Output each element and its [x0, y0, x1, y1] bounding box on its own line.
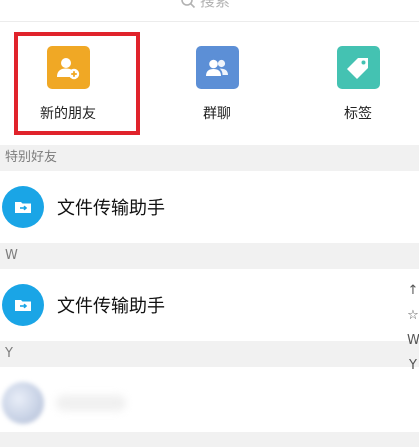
search-bar[interactable]: 搜索 [0, 0, 419, 22]
search-icon [181, 0, 196, 8]
new-friends-shortcut[interactable]: 新的朋友 [8, 23, 128, 143]
file-transfer-avatar [2, 186, 44, 228]
add-friend-icon [57, 57, 80, 79]
contact-row-blurred[interactable] [0, 367, 419, 439]
group-chat-label: 群聊 [203, 106, 231, 122]
file-transfer-avatar [2, 284, 44, 326]
group-chat-shortcut[interactable]: 群聊 [157, 23, 277, 143]
group-chat-tile [195, 46, 239, 89]
list-bottom-divider [0, 432, 419, 447]
search-placeholder: 搜索 [200, 0, 231, 10]
tags-shortcut[interactable]: 标签 [298, 23, 418, 143]
index-star[interactable]: ☆ [407, 303, 419, 328]
tags-label: 标签 [344, 106, 372, 122]
contact-row-file-transfer-starred[interactable]: 文件传输助手 [0, 171, 419, 243]
new-friends-label: 新的朋友 [40, 106, 96, 122]
group-chat-icon [206, 59, 228, 76]
blurred-contact-name [56, 395, 126, 411]
section-header-y: Y [0, 341, 419, 367]
tags-tile [336, 46, 380, 89]
contact-name: 文件传输助手 [57, 296, 165, 317]
blurred-avatar [2, 382, 44, 424]
index-letter-w[interactable]: W [407, 328, 419, 353]
contact-name: 文件传输助手 [57, 198, 165, 219]
alphabet-index[interactable]: ↑ ☆ W Y [407, 278, 419, 378]
tag-icon [347, 57, 368, 79]
file-transfer-icon [15, 300, 31, 311]
section-header-w: W [0, 243, 419, 269]
index-top-arrow[interactable]: ↑ [407, 278, 419, 303]
new-friends-tile [46, 46, 90, 89]
search-box[interactable]: 搜索 [180, 0, 230, 11]
contact-row-file-transfer[interactable]: 文件传输助手 [0, 269, 419, 341]
shortcut-row: 新的朋友 群聊 标签 [0, 23, 419, 143]
index-letter-y[interactable]: Y [407, 353, 419, 378]
file-transfer-icon [15, 202, 31, 213]
section-header-starred: 特别好友 [0, 145, 419, 171]
